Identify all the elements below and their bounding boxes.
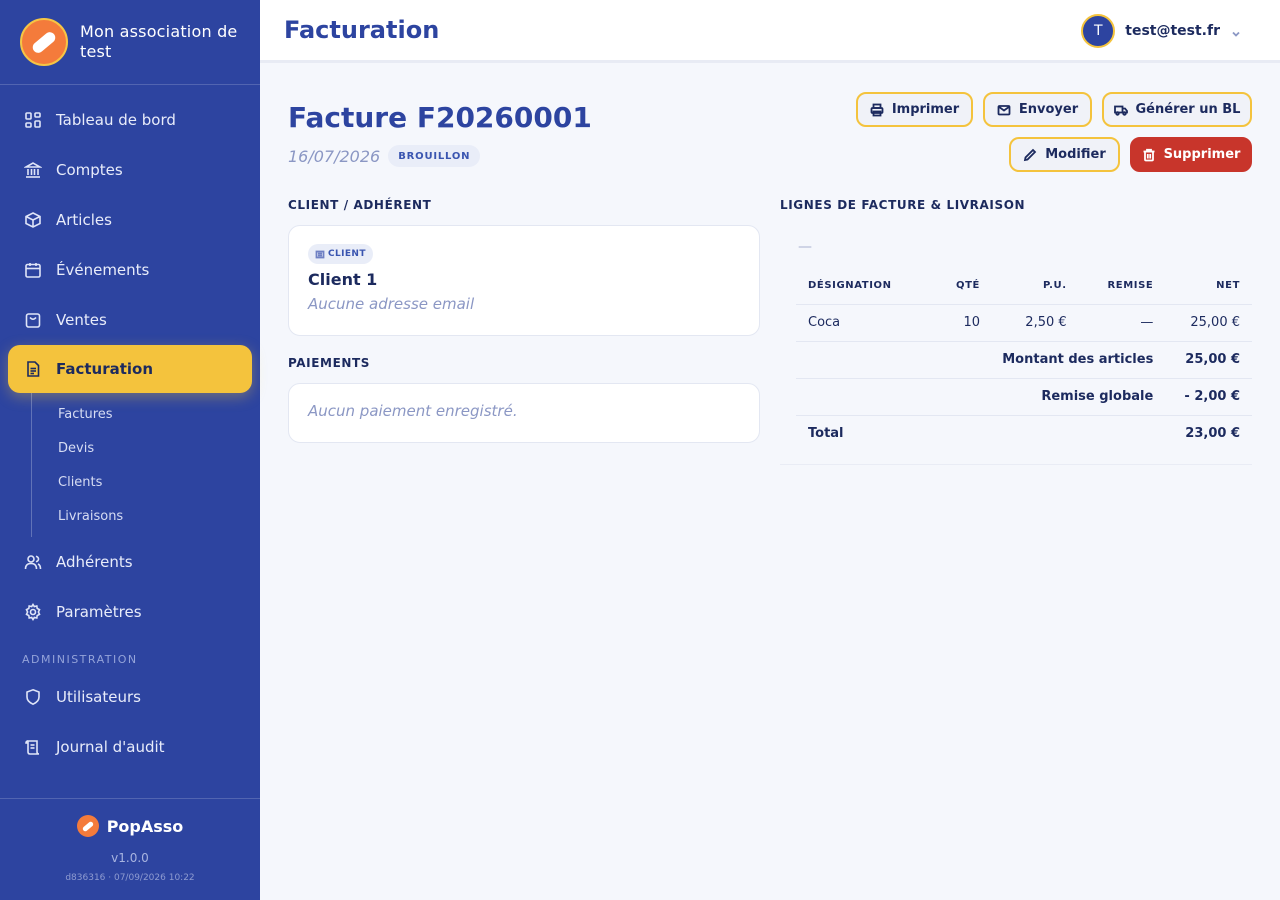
sidebar-item-ventes[interactable]: Ventes: [0, 295, 260, 345]
cell-net: 25,00 €: [1165, 304, 1252, 342]
sidebar-item-articles[interactable]: Articles: [0, 195, 260, 245]
invoice-date: 16/07/2026: [288, 146, 381, 166]
sidebar-subitem-livraisons[interactable]: Livraisons: [32, 499, 260, 533]
brand-logo: [76, 815, 99, 837]
invoice-lines-table: DÉSIGNATION QTÉ P.U. REMISE NET Coca 10 …: [796, 268, 1252, 451]
document-icon: [24, 360, 42, 378]
main-nav: Tableau de bord Comptes Articles Événeme…: [0, 85, 260, 772]
lines-section: — DÉSIGNATION QTÉ P.U. REMISE NET Coca 1…: [780, 63, 1252, 463]
column-header-net: NET: [1165, 268, 1252, 305]
sidebar-item-adherents[interactable]: Adhérents: [0, 537, 260, 587]
cell-unit-price: 2,50 €: [992, 304, 1079, 342]
user-email: test@test.fr: [1125, 23, 1220, 39]
sidebar-footer: PopAsso v1.0.0 d836316 · 07/09/2026 10:2…: [0, 798, 260, 900]
sidebar-item-parametres[interactable]: Paramètres: [0, 587, 260, 637]
subtotal-value: 25,00 €: [1165, 341, 1252, 379]
client-name: Client 1: [308, 270, 378, 289]
cell-discount: —: [1078, 304, 1166, 342]
payments-card: Aucun paiement enregistré.: [288, 383, 760, 443]
table-row[interactable]: Coca 10 2,50 € — 25,00 €: [796, 304, 1252, 342]
bank-icon: [24, 161, 42, 179]
global-discount-row: Remise globale - 2,00 €: [796, 378, 1252, 416]
status-badge: BROUILLON: [388, 145, 481, 167]
column-header-qty: QTÉ: [930, 268, 992, 305]
global-discount-value: - 2,00 €: [1165, 378, 1252, 416]
sidebar-subitem-factures[interactable]: Factures: [32, 397, 260, 431]
page-title: Facturation: [284, 16, 440, 44]
total-value: 23,00 €: [1185, 425, 1240, 441]
sidebar-item-dashboard[interactable]: Tableau de bord: [0, 95, 260, 145]
gear-icon: [24, 603, 42, 621]
payments-section-label: PAIEMENTS: [288, 356, 371, 370]
sidebar-item-label: Ventes: [56, 311, 107, 329]
sidebar-item-label: Paramètres: [56, 603, 142, 621]
sidebar-item-label: Adhérents: [56, 553, 133, 571]
invoice-meta: 16/07/2026 BROUILLON: [288, 145, 481, 167]
sidebar-item-utilisateurs[interactable]: Utilisateurs: [0, 672, 260, 722]
total-label: Total: [808, 425, 844, 441]
brand-name: PopAsso: [106, 816, 184, 836]
total-row: Total 23,00 €: [796, 415, 1252, 451]
lines-section-divider: [780, 464, 1252, 465]
calendar-icon: [24, 261, 42, 279]
subtotal-label: Montant des articles: [796, 341, 1166, 379]
bag-icon: [24, 311, 42, 329]
client-card[interactable]: CLIENT Client 1 Aucune adresse email: [288, 225, 760, 336]
client-email: Aucune adresse email: [308, 295, 475, 313]
sidebar: Mon association de test Tableau de bord …: [0, 0, 260, 900]
global-discount-label: Remise globale: [796, 378, 1166, 416]
sidebar-item-label: Facturation: [56, 360, 154, 378]
column-header-discount: REMISE: [1078, 268, 1166, 305]
admin-section-label: ADMINISTRATION: [22, 653, 138, 666]
sidebar-subitem-devis[interactable]: Devis: [32, 431, 260, 465]
sidebar-item-label: Tableau de bord: [56, 111, 176, 129]
payments-empty: Aucun paiement enregistré.: [308, 402, 518, 420]
sidebar-item-label: Articles: [56, 211, 112, 229]
subtotal-row: Montant des articles 25,00 €: [796, 341, 1252, 379]
build-info: d836316 · 07/09/2026 10:22: [65, 873, 195, 883]
cell-designation: Coca: [796, 304, 931, 342]
cell-qty: 10: [930, 304, 992, 342]
box-icon: [24, 211, 42, 229]
sidebar-item-facturation[interactable]: Facturation: [8, 345, 252, 393]
building-icon: [315, 250, 325, 259]
brand: PopAsso: [0, 815, 260, 837]
shield-icon: [24, 688, 42, 706]
sidebar-item-label: Comptes: [56, 161, 123, 179]
sidebar-submenu: Factures Devis Clients Livraisons: [31, 393, 260, 537]
client-type-chip: CLIENT: [308, 244, 373, 264]
dashboard-icon: [24, 111, 42, 129]
chevron-down-icon: [1230, 25, 1242, 37]
users-icon: [24, 553, 42, 571]
client-type-chip-label: CLIENT: [328, 249, 366, 259]
topbar: Facturation T test@test.fr: [260, 0, 1280, 63]
column-header-designation: DÉSIGNATION: [796, 268, 931, 305]
org-name: Mon association de test: [80, 22, 238, 61]
org-logo: [20, 18, 68, 66]
avatar: T: [1081, 14, 1116, 48]
invoice-title: Facture F20260001: [288, 101, 592, 134]
user-menu[interactable]: T test@test.fr: [1081, 14, 1242, 48]
sidebar-item-label: Utilisateurs: [56, 688, 141, 706]
lines-placeholder: —: [798, 239, 812, 255]
table-header-row: DÉSIGNATION QTÉ P.U. REMISE NET: [796, 268, 1252, 305]
sidebar-subitem-clients[interactable]: Clients: [32, 465, 260, 499]
org-header[interactable]: Mon association de test: [0, 0, 260, 85]
sidebar-item-label: Journal d'audit: [56, 738, 165, 756]
sidebar-item-label: Événements: [56, 261, 150, 279]
client-section-label: CLIENT / ADHÉRENT: [288, 198, 432, 212]
sidebar-item-comptes[interactable]: Comptes: [0, 145, 260, 195]
column-header-unit-price: P.U.: [992, 268, 1079, 305]
app-version: v1.0.0: [111, 851, 149, 865]
sidebar-item-journal[interactable]: Journal d'audit: [0, 722, 260, 772]
scroll-icon: [24, 738, 42, 756]
sidebar-item-evenements[interactable]: Événements: [0, 245, 260, 295]
